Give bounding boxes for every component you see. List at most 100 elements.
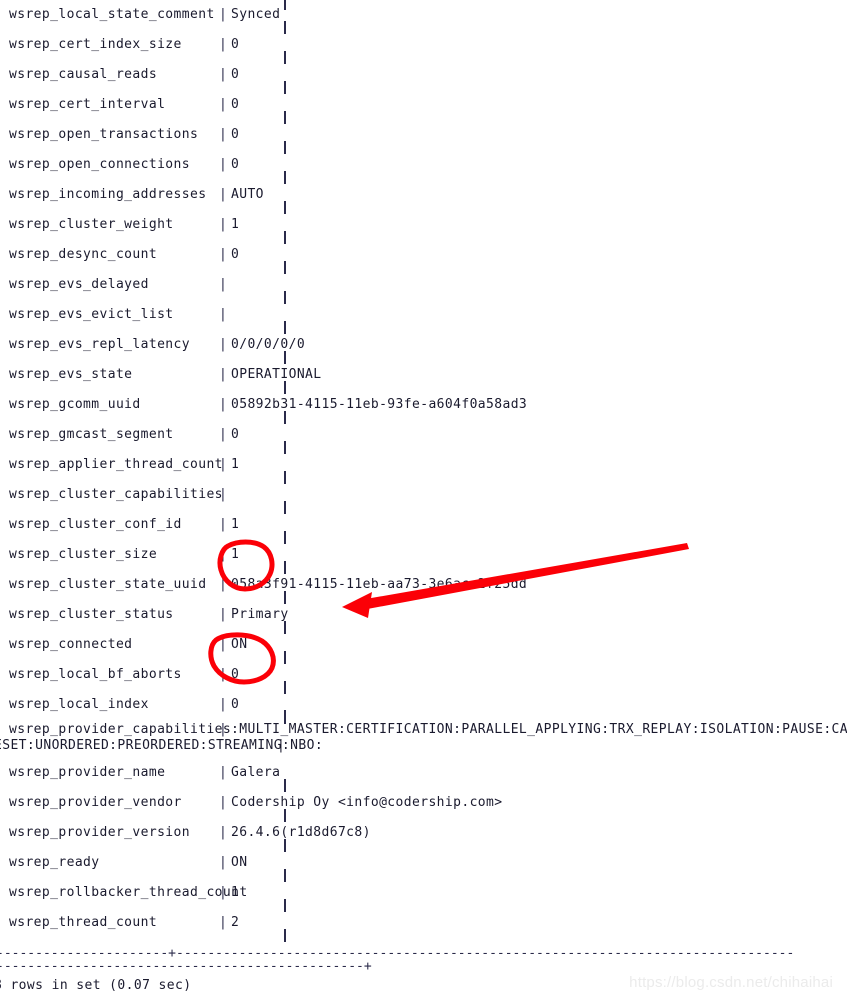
status-row: wsrep_thread_count | 2	[0, 908, 847, 938]
status-variable-name: wsrep_provider_name	[9, 765, 166, 780]
status-row: wsrep_causal_reads | 0	[0, 60, 847, 90]
status-row: wsrep_evs_state | OPERATIONAL	[0, 360, 847, 390]
status-variable-name: wsrep_local_index	[9, 697, 149, 712]
status-variable-value: AUTO	[231, 187, 264, 202]
status-variable-value: 1	[231, 517, 240, 532]
status-row: wsrep_applier_thread_count | 1	[0, 450, 847, 480]
status-variable-name: wsrep_provider_version	[9, 825, 190, 840]
column-divider: |	[219, 307, 227, 322]
status-variable-value: 05892b31-4115-11eb-93fe-a604f0a58ad3	[231, 397, 528, 412]
column-divider: |	[219, 607, 227, 622]
status-variable-name: wsrep_open_transactions	[9, 127, 199, 142]
column-divider: |	[219, 457, 227, 472]
status-variable-name: wsrep_evs_repl_latency	[9, 337, 190, 352]
status-row: wsrep_gcomm_uuid | 05892b31-4115-11eb-93fe…	[0, 390, 847, 420]
status-row: wsrep_provider_name | Galera	[0, 758, 847, 788]
status-variable-name: wsrep_gcomm_uuid	[9, 397, 141, 412]
status-variable-value: 0	[231, 127, 240, 142]
status-variable-value: 0	[231, 157, 240, 172]
column-divider: |	[277, 738, 286, 753]
status-variable-name: wsrep_cluster_conf_id	[9, 517, 182, 532]
status-variable-name: wsrep_incoming_addresses	[9, 187, 207, 202]
status-row: wsrep_gmcast_segment | 0	[0, 420, 847, 450]
column-divider: |	[219, 367, 227, 382]
column-divider: |	[219, 67, 227, 82]
status-variable-name: wsrep_gmcast_segment	[9, 427, 174, 442]
column-divider: |	[219, 337, 227, 352]
column-divider: |	[219, 97, 227, 112]
status-variable-name: wsrep_cluster_capabilities	[9, 487, 223, 502]
status-variable-value: 0	[231, 67, 240, 82]
status-value-continuation-row: ESET:UNORDERED:PREORDERED:STREAMING:NBO:…	[0, 738, 847, 760]
status-row: wsrep_cluster_status | Primary	[0, 600, 847, 630]
row-continuation-divider	[284, 710, 286, 723]
status-variable-name: wsrep_local_state_comment	[9, 7, 215, 22]
query-result-footer: 8 rows in set (0.07 sec)	[0, 978, 192, 993]
column-divider: |	[219, 517, 227, 532]
column-divider: |	[219, 187, 227, 202]
status-variable-value: Synced	[231, 7, 281, 22]
status-row: wsrep_rollbacker_thread_count | 1	[0, 878, 847, 908]
status-row: wsrep_cert_index_size | 0	[0, 30, 847, 60]
status-variable-value: 058a3f91-4115-11eb-aa73-3e6ace2f25dd	[231, 577, 528, 592]
status-variable-name: wsrep_evs_evict_list	[9, 307, 174, 322]
column-divider: |	[219, 885, 227, 900]
status-row: wsrep_provider_version | 26.4.6(r1d8d67c8)	[0, 818, 847, 848]
column-divider: |	[219, 427, 227, 442]
column-divider: |	[219, 722, 227, 737]
column-divider: |	[219, 217, 227, 232]
status-variable-value: 1	[231, 885, 240, 900]
status-variable-value: :MULTI_MASTER:CERTIFICATION:PARALLEL_APP…	[231, 722, 847, 737]
status-variable-name: wsrep_evs_delayed	[9, 277, 149, 292]
column-divider: |	[219, 127, 227, 142]
status-row: wsrep_evs_evict_list |	[0, 300, 847, 330]
status-variable-name: wsrep_applier_thread_count	[9, 457, 223, 472]
status-variable-value: Primary	[231, 607, 289, 622]
status-row: wsrep_open_connections | 0	[0, 150, 847, 180]
status-variable-name: wsrep_thread_count	[9, 915, 158, 930]
status-row: wsrep_connected | ON	[0, 630, 847, 660]
status-row: wsrep_cert_interval | 0	[0, 90, 847, 120]
status-variable-value: ON	[231, 855, 248, 870]
column-divider: |	[219, 667, 227, 682]
status-variable-name: wsrep_desync_count	[9, 247, 158, 262]
column-divider: |	[219, 825, 227, 840]
column-divider: |	[219, 637, 227, 652]
status-row: wsrep_incoming_addresses | AUTO	[0, 180, 847, 210]
status-variable-value: OPERATIONAL	[231, 367, 322, 382]
status-variable-value: 1	[231, 457, 240, 472]
status-variable-value: 0	[231, 247, 240, 262]
status-variable-value: Codership Oy <info@codership.com>	[231, 795, 503, 810]
status-variable-name: wsrep_cluster_size	[9, 547, 158, 562]
status-variable-value: 1	[231, 217, 240, 232]
status-variable-value: 0	[231, 697, 240, 712]
column-divider: |	[219, 157, 227, 172]
status-variable-value: 26.4.6(r1d8d67c8)	[231, 825, 371, 840]
column-divider: |	[219, 577, 227, 592]
column-divider: |	[219, 397, 227, 412]
status-variable-value: Galera	[231, 765, 281, 780]
status-row: wsrep_open_transactions | 0	[0, 120, 847, 150]
status-variable-name: wsrep_connected	[9, 637, 133, 652]
column-divider: |	[219, 487, 227, 502]
status-variable-name: wsrep_cluster_weight	[9, 217, 174, 232]
column-divider: |	[219, 915, 227, 930]
status-row: wsrep_local_index | 0	[0, 690, 847, 720]
status-variable-value: 0	[231, 37, 240, 52]
status-variable-name: wsrep_cert_index_size	[9, 37, 182, 52]
status-row: wsrep_provider_vendor | Codership Oy <info…	[0, 788, 847, 818]
status-row: wsrep_cluster_conf_id | 1	[0, 510, 847, 540]
column-divider: |	[219, 547, 227, 562]
status-variable-name: wsrep_evs_state	[9, 367, 133, 382]
column-divider: |	[219, 247, 227, 262]
column-divider: |	[219, 855, 227, 870]
status-variable-name: wsrep_open_connections	[9, 157, 190, 172]
status-variable-value: 0/0/0/0/0	[231, 337, 306, 352]
column-divider: |	[219, 795, 227, 810]
status-variable-name: wsrep_cert_interval	[9, 97, 166, 112]
watermark: https://blog.csdn.net/chihaihai	[629, 974, 833, 991]
status-variable-name: wsrep_cluster_state_uuid	[9, 577, 207, 592]
status-row: wsrep_evs_delayed |	[0, 270, 847, 300]
status-row: wsrep_cluster_capabilities |	[0, 480, 847, 510]
column-divider: |	[219, 765, 227, 780]
